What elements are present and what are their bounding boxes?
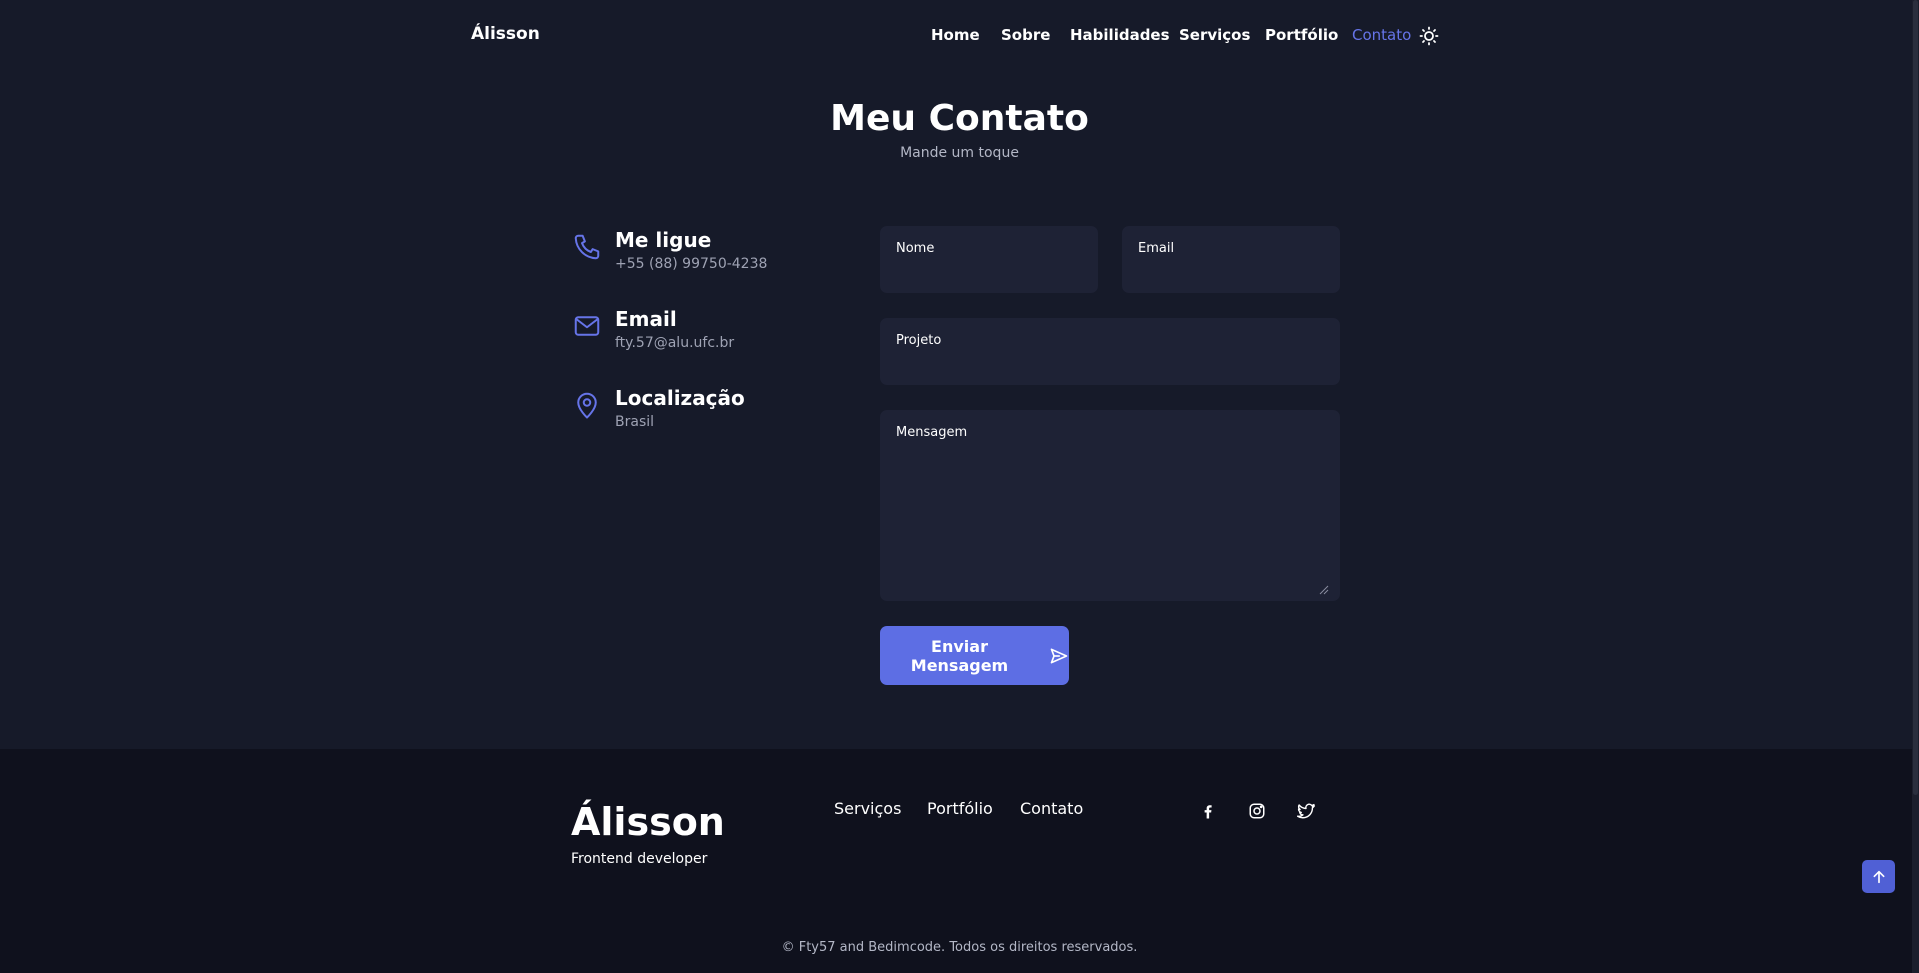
project-input[interactable]	[896, 356, 1324, 376]
send-icon	[1049, 646, 1069, 666]
resize-handle-icon[interactable]	[1317, 580, 1329, 595]
project-field[interactable]: Projeto	[880, 318, 1340, 385]
footer-link-portfolio[interactable]: Portfólio	[927, 799, 993, 818]
name-field[interactable]: Nome	[880, 226, 1098, 293]
section-subtitle: Mande um toque	[900, 145, 1019, 161]
phone-icon	[572, 232, 602, 262]
email-field-label: Email	[1138, 241, 1175, 256]
contact-location-value: Brasil	[615, 414, 655, 430]
scrollbar-thumb[interactable]	[1913, 0, 1918, 795]
send-message-button[interactable]: Enviar Mensagem	[880, 626, 1069, 685]
arrow-up-icon	[1873, 870, 1884, 883]
twitter-icon[interactable]	[1293, 798, 1319, 824]
send-message-label: Enviar Mensagem	[910, 636, 1009, 675]
contact-phone-label: Me ligue	[615, 228, 712, 252]
nav-portfolio[interactable]: Portfólio	[1265, 26, 1338, 44]
mail-icon	[572, 311, 602, 341]
project-field-label: Projeto	[896, 333, 942, 348]
contact-email-value: fty.57@alu.ufc.br	[615, 335, 735, 351]
footer-link-servicos[interactable]: Serviços	[834, 799, 901, 818]
copyright: © Fty57 and Bedimcode. Todos os direitos…	[781, 940, 1138, 955]
footer-logo: Álisson	[571, 800, 725, 844]
nav-home[interactable]: Home	[931, 26, 980, 44]
message-field[interactable]: Mensagem	[880, 410, 1340, 601]
sun-icon[interactable]	[1419, 26, 1439, 46]
scroll-top-button[interactable]	[1862, 860, 1895, 893]
email-input[interactable]	[1138, 264, 1324, 284]
facebook-icon[interactable]	[1195, 798, 1221, 824]
email-field[interactable]: Email	[1122, 226, 1340, 293]
section-title: Meu Contato	[830, 98, 1089, 139]
nav-contato[interactable]: Contato	[1352, 26, 1411, 44]
name-field-label: Nome	[896, 241, 935, 256]
nav-sobre[interactable]: Sobre	[1001, 26, 1050, 44]
footer-link-contato[interactable]: Contato	[1020, 799, 1083, 818]
map-pin-icon	[572, 390, 602, 420]
message-field-label: Mensagem	[896, 425, 968, 440]
message-textarea[interactable]	[896, 448, 1324, 588]
site-logo[interactable]: Álisson	[471, 24, 540, 44]
nav-servicos[interactable]: Serviços	[1179, 26, 1250, 44]
contact-location-label: Localização	[615, 386, 745, 410]
contact-phone-value: +55 (88) 99750-4238	[615, 256, 768, 272]
name-input[interactable]	[896, 264, 1082, 284]
instagram-icon[interactable]	[1244, 798, 1270, 824]
contact-email-label: Email	[615, 307, 677, 331]
footer-role: Frontend developer	[571, 851, 708, 867]
nav-habilidades[interactable]: Habilidades	[1070, 26, 1170, 44]
